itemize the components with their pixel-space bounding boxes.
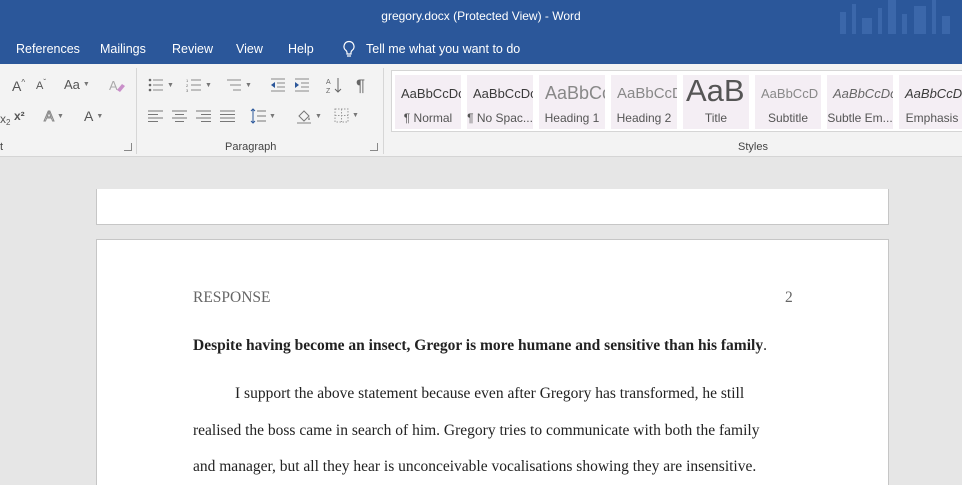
shading-button[interactable]: ▼ <box>296 108 322 124</box>
change-case-button[interactable]: Aa ▼ <box>64 77 90 92</box>
style-preview: AaB <box>686 75 745 108</box>
paragraph-line: and manager, but all they hear is unconc… <box>193 458 757 475</box>
tab-review[interactable]: Review <box>172 42 213 56</box>
style-preview: AaBbCcD <box>761 86 819 101</box>
document-page-2[interactable]: RESPONSE 2 Despite having become an inse… <box>96 239 889 485</box>
style-normal[interactable]: AaBbCcDc ¶ Normal <box>395 75 461 129</box>
ribbon-tabs: References Mailings Review View Help Tel… <box>0 34 962 64</box>
style-label: Emphasis <box>905 111 959 125</box>
eraser-icon: A <box>109 78 125 93</box>
heading-tail: . <box>763 337 767 354</box>
paragraph-line: realised the boss came in search of him.… <box>193 422 760 439</box>
paragraph-group-label: Paragraph <box>225 141 277 153</box>
svg-text:A: A <box>326 79 331 86</box>
style-preview: AaBbCc <box>545 83 605 103</box>
increase-indent-icon <box>295 78 309 92</box>
font-color-button[interactable]: A ▼ <box>84 108 103 124</box>
svg-text:Z: Z <box>326 88 331 94</box>
grow-font-button[interactable]: A ^ <box>12 78 25 95</box>
style-preview: AaBbCcDc <box>473 86 533 101</box>
font-group-label: t <box>0 141 4 153</box>
style-label: Heading 1 <box>544 111 600 125</box>
style-preview: AaBbCcD <box>617 85 677 102</box>
style-subtitle[interactable]: AaBbCcD Subtitle <box>755 75 821 129</box>
styles-gallery: AaBbCcDc ¶ Normal AaBbCcDc ¶ No Spac... … <box>391 70 962 132</box>
tab-mailings[interactable]: Mailings <box>100 42 146 56</box>
tab-view[interactable]: View <box>236 42 263 56</box>
separator <box>383 68 384 154</box>
window-title: gregory.docx (Protected View) - Word <box>381 9 581 23</box>
style-subtle-emphasis[interactable]: AaBbCcDc Subtle Em... <box>827 75 893 129</box>
numbering-button[interactable]: 123 ▼ <box>186 78 212 92</box>
style-label: ¶ No Spac... <box>467 111 533 125</box>
numbered-list-icon: 123 <box>186 78 201 92</box>
borders-icon <box>334 108 349 123</box>
align-left-button[interactable] <box>148 110 163 122</box>
font-dialog-launcher[interactable] <box>124 143 132 151</box>
styles-group-label: Styles <box>738 141 768 153</box>
superscript-button[interactable]: x² <box>14 109 25 123</box>
clear-formatting-button[interactable]: A <box>108 76 126 94</box>
show-formatting-marks-button[interactable]: ¶ <box>356 76 365 96</box>
align-center-icon <box>172 110 187 122</box>
ribbon: A ^ Aˇ Aa ▼ A x2 x² A ▼ A ▼ t ▼ 123 ▼ ▼ … <box>0 64 962 157</box>
page-number: 2 <box>785 289 793 306</box>
shrink-font-button[interactable]: Aˇ <box>36 78 46 93</box>
style-emphasis[interactable]: AaBbCcDc Emphasis <box>899 75 962 129</box>
style-preview: AaBbCcDc <box>833 86 893 101</box>
style-label: Subtle Em... <box>827 111 893 125</box>
paragraph-dialog-launcher[interactable] <box>370 143 378 151</box>
line-spacing-icon <box>250 108 266 124</box>
style-label: Subtitle <box>767 111 809 125</box>
justify-icon <box>220 110 235 122</box>
style-label: Heading 2 <box>616 111 672 125</box>
tab-references[interactable]: References <box>16 42 80 56</box>
svg-text:3: 3 <box>186 88 189 92</box>
sort-icon: AZ <box>326 78 342 94</box>
title-bar-pattern <box>832 0 962 38</box>
style-heading-2[interactable]: AaBbCcD Heading 2 <box>611 75 677 129</box>
align-right-icon <box>196 110 211 122</box>
style-preview: AaBbCcDc <box>401 86 461 101</box>
style-title[interactable]: AaB Title <box>683 75 749 129</box>
align-left-icon <box>148 110 163 122</box>
line-spacing-button[interactable]: ▼ <box>250 108 276 124</box>
justify-button[interactable] <box>220 110 235 122</box>
multilevel-list-button[interactable]: ▼ <box>226 78 252 92</box>
align-right-button[interactable] <box>196 110 211 122</box>
multilevel-list-icon <box>227 79 241 91</box>
style-label: Title <box>704 111 728 125</box>
svg-text:A: A <box>109 78 118 93</box>
style-preview: AaBbCcDc <box>905 86 962 101</box>
text-effects-button[interactable]: A ▼ <box>43 108 63 126</box>
tab-help[interactable]: Help <box>288 42 314 56</box>
borders-button[interactable]: ▼ <box>334 108 359 123</box>
paragraph-line: I support the above statement because ev… <box>235 385 745 402</box>
title-bar: gregory.docx (Protected View) - Word <box>0 0 962 38</box>
style-no-spacing[interactable]: AaBbCcDc ¶ No Spac... <box>467 75 533 129</box>
sort-button[interactable]: AZ <box>326 76 342 94</box>
heading-bold-text: Despite having become an insect, Gregor … <box>193 337 764 354</box>
subscript-button[interactable]: x2 <box>0 110 10 128</box>
style-heading-1[interactable]: AaBbCc Heading 1 <box>539 75 605 129</box>
separator <box>136 68 137 154</box>
tell-me-search[interactable]: Tell me what you want to do <box>342 40 520 58</box>
decrease-indent-button[interactable] <box>270 78 286 92</box>
paint-bucket-icon <box>297 110 311 124</box>
lightbulb-icon <box>343 40 355 57</box>
pilcrow-icon: ¶ <box>356 76 366 95</box>
style-label: ¶ Normal <box>403 111 453 125</box>
align-center-button[interactable] <box>172 110 187 122</box>
tell-me-text: Tell me what you want to do <box>366 42 521 56</box>
increase-indent-button[interactable] <box>294 78 310 92</box>
running-head: RESPONSE <box>193 289 271 306</box>
document-heading: Despite having become an insect, Gregor … <box>193 337 767 355</box>
bullet-list-icon <box>148 78 163 92</box>
document-page-1[interactable] <box>96 189 889 225</box>
decrease-indent-icon <box>271 78 285 92</box>
bullets-button[interactable]: ▼ <box>148 78 174 92</box>
